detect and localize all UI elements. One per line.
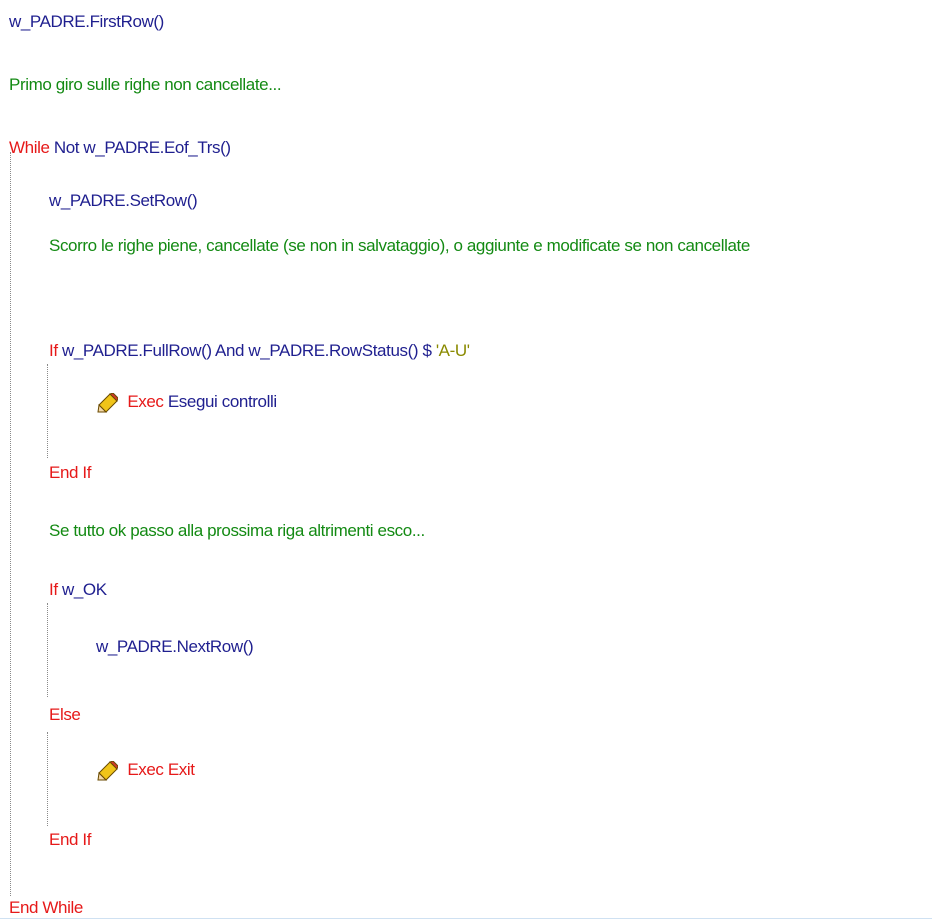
code-line-comment-scroll[interactable]: Scorro le righe piene, cancellate (se no… [49, 232, 924, 259]
first-row-statement: w_PADRE.FirstRow() [9, 12, 164, 31]
code-line-if-ok[interactable]: If w_OK [49, 580, 107, 600]
comment-text: Se tutto ok passo alla prossima riga alt… [49, 521, 425, 540]
comment-text: Primo giro sulle righe non cancellate... [9, 75, 282, 94]
while-block-guide [10, 152, 11, 896]
pencil-icon [96, 391, 119, 413]
code-line-next-row[interactable]: w_PADRE.NextRow() [96, 637, 254, 657]
code-line-end-if[interactable]: End If [49, 463, 91, 483]
code-line-comment-next[interactable]: Se tutto ok passo alla prossima riga alt… [49, 521, 425, 541]
code-line-comment-first-loop[interactable]: Primo giro sulle righe non cancellate... [9, 75, 282, 95]
code-line-set-row[interactable]: w_PADRE.SetRow() [49, 191, 198, 211]
code-line-if-fullrow[interactable]: If w_PADRE.FullRow() And w_PADRE.RowStat… [49, 341, 470, 361]
pencil-icon [96, 759, 119, 781]
exec-target: Exit [167, 760, 195, 779]
bottom-divider [0, 918, 932, 919]
end-if-keyword: End If [49, 830, 92, 849]
if-condition: w_OK [61, 580, 107, 599]
exec-keyword: Exec [127, 760, 164, 779]
end-while-keyword: End While [9, 898, 83, 917]
code-line-exec-exit[interactable]: Exec Exit [96, 759, 195, 781]
else-block-guide [47, 732, 48, 826]
else-keyword: Else [49, 705, 81, 724]
if-keyword: If [49, 341, 58, 360]
set-row-statement: w_PADRE.SetRow() [49, 191, 198, 210]
code-line-else[interactable]: Else [49, 705, 81, 725]
code-line-end-if[interactable]: End If [49, 830, 91, 850]
if-string-literal: 'A-U' [435, 341, 470, 360]
if-keyword: If [49, 580, 58, 599]
if2-block-guide [47, 603, 48, 697]
code-line-end-while[interactable]: End While [9, 898, 83, 918]
exec-keyword: Exec [127, 392, 164, 411]
code-line-exec-controlli[interactable]: Exec Esegui controlli [96, 391, 277, 413]
while-condition: Not w_PADRE.Eof_Trs() [53, 138, 231, 157]
if-condition: w_PADRE.FullRow() And w_PADRE.RowStatus(… [61, 341, 432, 360]
comment-text: Scorro le righe piene, cancellate (se no… [49, 236, 750, 255]
code-line-while[interactable]: While Not w_PADRE.Eof_Trs() [9, 138, 231, 158]
if1-block-guide [47, 364, 48, 458]
while-keyword: While [9, 138, 50, 157]
end-if-keyword: End If [49, 463, 92, 482]
code-line-first-row[interactable]: w_PADRE.FirstRow() [9, 12, 164, 32]
next-row-statement: w_PADRE.NextRow() [96, 637, 254, 656]
exec-target: Esegui controlli [167, 392, 277, 411]
